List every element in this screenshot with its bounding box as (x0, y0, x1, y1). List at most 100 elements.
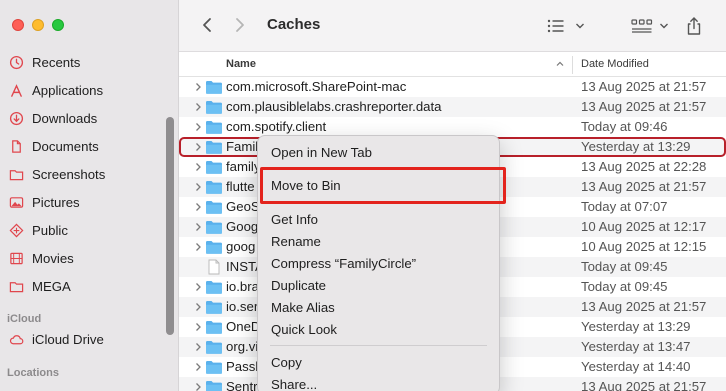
sidebar-item-label: Screenshots (32, 166, 106, 182)
sidebar-item-icloud-drive[interactable]: iCloud Drive (0, 325, 178, 353)
sidebar-item-documents[interactable]: Documents (0, 132, 178, 160)
file-name: com.spotify.client (226, 119, 327, 134)
menu-item-get-info[interactable]: Get Info (258, 208, 499, 230)
disclosure-chevron-icon[interactable] (195, 300, 203, 314)
sidebar-item-public[interactable]: Public (0, 216, 178, 244)
disclosure-chevron-icon[interactable] (195, 180, 203, 194)
menu-item-share[interactable]: Share... (258, 373, 499, 391)
menu-item-rename[interactable]: Rename (258, 230, 499, 252)
chevron-down-icon (576, 23, 584, 29)
disclosure-chevron-icon[interactable] (195, 200, 203, 214)
disclosure-chevron-icon[interactable] (195, 220, 203, 234)
minimize-window-button[interactable] (32, 19, 44, 31)
chevron-left-icon (203, 18, 211, 32)
file-name: org.vi (226, 339, 259, 354)
folder-icon (205, 179, 223, 195)
disclosure-chevron-icon[interactable] (195, 120, 203, 134)
sidebar-item-label: Recents (32, 54, 81, 70)
sidebar-section-locations: Locations (7, 367, 59, 379)
list-header: Name Date Modified (179, 52, 726, 77)
file-name: Goog (226, 219, 259, 234)
disclosure-chevron-icon[interactable] (195, 360, 203, 374)
folder-icon (205, 339, 223, 355)
file-date-modified: 13 Aug 2025 at 21:57 (581, 179, 707, 194)
menu-separator (270, 168, 487, 169)
disclosure-chevron-icon[interactable] (195, 380, 203, 391)
file-name: Famil (226, 139, 259, 154)
zoom-window-button[interactable] (52, 19, 64, 31)
sidebar-favorites: Recents Applications Downloads Documents… (0, 48, 178, 380)
sidebar-item-pictures[interactable]: Pictures (0, 188, 178, 216)
sidebar-item-label: Applications (32, 82, 104, 98)
column-divider[interactable] (572, 56, 573, 74)
column-header-name[interactable]: Name (226, 58, 256, 70)
folder-icon (205, 279, 223, 295)
file-icon (205, 259, 223, 275)
folder-icon (205, 299, 223, 315)
folder-icon (205, 199, 223, 215)
menu-item-make-alias[interactable]: Make Alias (258, 296, 499, 318)
document-icon (8, 138, 24, 154)
disclosure-chevron-icon[interactable] (195, 140, 203, 154)
sidebar: Recents Applications Downloads Documents… (0, 0, 179, 391)
sidebar-item-label: MEGA (32, 278, 71, 294)
file-name: flutte (226, 179, 255, 194)
folder-icon (8, 166, 24, 182)
back-button[interactable] (197, 14, 217, 36)
folder-icon (205, 239, 223, 255)
sidebar-item-downloads[interactable]: Downloads (0, 104, 178, 132)
public-icon (8, 222, 24, 238)
file-name: Sentr (226, 379, 258, 391)
film-icon (8, 250, 24, 266)
disclosure-chevron-icon[interactable] (195, 320, 203, 334)
disclosure-chevron-icon[interactable] (195, 160, 203, 174)
sidebar-scrollbar[interactable] (166, 117, 174, 335)
disclosure-chevron-icon[interactable] (195, 280, 203, 294)
sidebar-item-screenshots[interactable]: Screenshots (0, 160, 178, 188)
disclosure-chevron-icon[interactable] (195, 80, 203, 94)
share-button[interactable] (685, 14, 703, 38)
sidebar-item-recents[interactable]: Recents (0, 48, 178, 76)
view-options-button[interactable] (547, 14, 585, 38)
menu-item-duplicate[interactable]: Duplicate (258, 274, 499, 296)
file-name: io.ser (226, 299, 259, 314)
file-name: family (226, 159, 261, 174)
file-date-modified: Today at 09:45 (581, 259, 668, 274)
sidebar-item-label: Documents (32, 138, 99, 154)
disclosure-chevron-icon[interactable] (195, 240, 203, 254)
file-name: com.plausiblelabs.crashreporter.data (226, 99, 442, 114)
sidebar-item-applications[interactable]: Applications (0, 76, 178, 104)
disclosure-chevron-icon[interactable] (195, 100, 203, 114)
close-window-button[interactable] (12, 19, 24, 31)
forward-button[interactable] (230, 14, 250, 36)
chevron-right-icon (236, 18, 244, 32)
window-title: Caches (267, 16, 321, 33)
menu-item-copy[interactable]: Copy (258, 351, 499, 373)
grid-view-icon (631, 19, 653, 33)
group-button[interactable] (631, 14, 669, 38)
sidebar-item-label: Downloads (32, 110, 98, 126)
sidebar-item-label: Public (32, 222, 68, 238)
disclosure-chevron-icon[interactable] (195, 340, 203, 354)
sidebar-item-mega[interactable]: MEGA (0, 272, 178, 300)
menu-item-compress[interactable]: Compress “FamilyCircle” (258, 252, 499, 274)
file-date-modified: Yesterday at 13:47 (581, 339, 691, 354)
table-row[interactable]: com.microsoft.SharePoint-mac 13 Aug 2025 … (179, 77, 726, 97)
photo-icon (8, 194, 24, 210)
sidebar-item-movies[interactable]: Movies (0, 244, 178, 272)
menu-item-open-in-new-tab[interactable]: Open in New Tab (258, 141, 499, 163)
context-menu: Open in New Tab Move to Bin Get Info Ren… (257, 135, 500, 391)
file-date-modified: Yesterday at 14:40 (581, 359, 691, 374)
menu-item-move-to-bin[interactable]: Move to Bin (258, 174, 499, 196)
folder-icon (205, 319, 223, 335)
column-header-date-modified[interactable]: Date Modified (581, 58, 649, 70)
file-name: com.microsoft.SharePoint-mac (226, 79, 407, 94)
sidebar-item-label: Movies (32, 250, 74, 266)
sort-chevron-up-icon (555, 57, 565, 72)
menu-separator (270, 345, 487, 346)
folder-icon (205, 139, 223, 155)
menu-item-quick-look[interactable]: Quick Look (258, 318, 499, 340)
folder-icon (205, 119, 223, 135)
table-row[interactable]: com.spotify.client Today at 09:46 (179, 117, 726, 137)
table-row[interactable]: com.plausiblelabs.crashreporter.data 13 A… (179, 97, 726, 117)
